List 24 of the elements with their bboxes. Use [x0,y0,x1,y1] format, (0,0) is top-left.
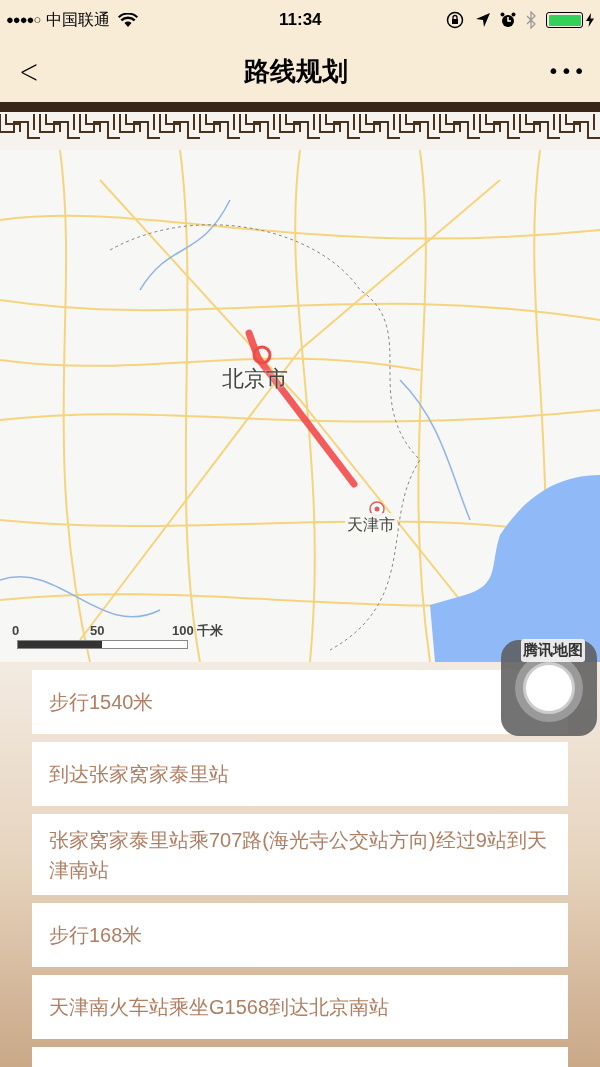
scale-label: 0 [12,622,20,640]
location-arrow-icon [476,13,490,27]
clock-time: 11:34 [279,9,322,32]
scale-label: 100 千米 [172,622,224,640]
city-label: 天津市 [345,513,397,537]
more-button[interactable]: ••• [547,56,586,86]
route-step[interactable]: 步行168米 [32,903,568,967]
charging-bolt-icon [586,13,594,27]
wifi-icon [118,12,139,28]
route-step[interactable]: 张家窝家泰里站乘707路(海光寺公交站方向)经过9站到天津南站 [32,814,568,895]
city-label: 北京市 [222,365,288,393]
route-step[interactable]: 到达张家窝家泰里站 [32,742,568,806]
start-marker-icon [252,345,272,365]
alarm-clock-icon [500,12,516,28]
route-step[interactable]: 天津南火车站乘坐G1568到达北京南站 [32,975,568,1039]
bluetooth-icon [526,11,536,29]
back-button[interactable]: < [18,54,40,88]
rotation-lock-icon [446,11,464,29]
page-title: 路线规划 [243,54,348,88]
carrier-name: 中国联通 [46,10,111,30]
scale-label: 50 [90,622,105,640]
signal-indicator: ●●●●○ [6,11,41,30]
battery-icon [546,12,583,28]
map-logo: 腾讯地图 [521,639,585,662]
